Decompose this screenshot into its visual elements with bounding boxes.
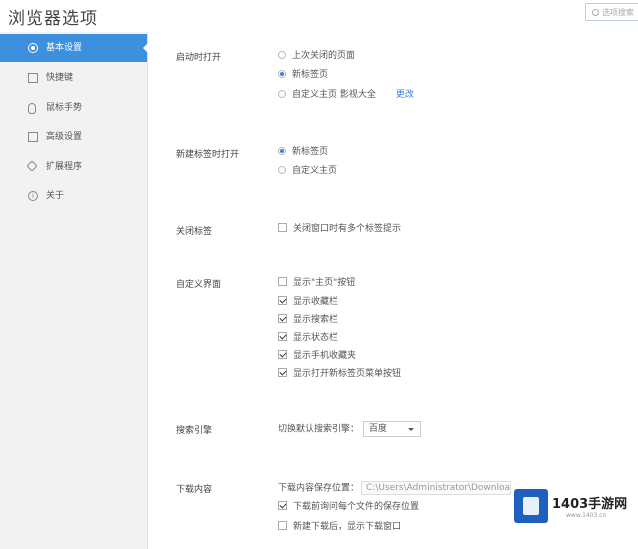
show-search-bar-checkbox[interactable]: 显示搜索栏	[278, 313, 338, 327]
download-path-row: 下载内容保存位置： C:\Users\Administrator\Download…	[278, 481, 512, 495]
new-tab-section-label: 新建标签时打开	[176, 150, 240, 160]
new-tab-option-custom-home[interactable]: 自定义主页	[278, 164, 337, 178]
sidebar-item-label: 高级设置	[46, 132, 83, 142]
option-label: 新标签页	[292, 147, 329, 157]
option-label: 新标签页	[292, 70, 329, 80]
cube-logo-icon	[514, 489, 548, 523]
new-tab-option-new-tab[interactable]: 新标签页	[278, 145, 328, 159]
search-engine-row: 切换默认搜索引擎： 百度	[278, 421, 422, 437]
search-placeholder: 选项搜索	[602, 8, 634, 17]
watermark-brand: 1403手游网	[552, 497, 628, 512]
checkbox[interactable]	[278, 277, 287, 286]
custom-ui-section-label: 自定义界面	[176, 280, 222, 290]
sidebar-item-advanced[interactable]: 高级设置	[0, 123, 147, 151]
checkbox-label: 显示搜索栏	[293, 315, 339, 325]
radio-button[interactable]	[278, 166, 286, 174]
checkbox[interactable]	[278, 332, 287, 341]
checkbox[interactable]	[278, 296, 287, 305]
download-path-label: 下载内容保存位置：	[278, 483, 360, 494]
show-mobile-favorites-checkbox[interactable]: 显示手机收藏夹	[278, 349, 356, 363]
startup-section-label: 启动时打开	[176, 53, 222, 63]
extension-icon	[26, 160, 38, 172]
checkbox-label: 显示打开新标签页菜单按钮	[293, 369, 402, 379]
change-homepage-link[interactable]: 更改	[396, 90, 414, 100]
chevron-down-icon	[408, 428, 415, 431]
startup-option-custom-home[interactable]: 自定义主页 影视大全 更改	[278, 88, 414, 102]
watermark-url: www.1403.cn	[566, 512, 607, 519]
checkbox-label: 下载前询问每个文件的保存位置	[293, 502, 420, 512]
gear-icon	[28, 43, 38, 53]
close-tab-warn-checkbox[interactable]: 关闭窗口时有多个标签提示	[278, 222, 401, 236]
sidebar-item-label: 基本设置	[46, 43, 83, 53]
ask-save-location-checkbox[interactable]: 下载前询问每个文件的保存位置	[278, 500, 419, 514]
options-search-input[interactable]: 选项搜索	[585, 3, 638, 21]
checkbox[interactable]	[278, 223, 287, 232]
checkbox-label: 新建下载后，显示下载窗口	[293, 522, 402, 532]
show-home-button-checkbox[interactable]: 显示"主页"按钮	[278, 276, 355, 290]
sidebar-item-label: 鼠标手势	[46, 103, 83, 113]
search-engine-select[interactable]: 百度	[363, 421, 422, 437]
show-download-window-checkbox[interactable]: 新建下载后，显示下载窗口	[278, 520, 401, 534]
radio-button[interactable]	[278, 147, 286, 155]
checkbox-label: 显示手机收藏夹	[293, 351, 357, 361]
info-icon: i	[28, 191, 38, 201]
checkbox[interactable]	[278, 314, 287, 323]
sidebar-item-shortcuts[interactable]: 快捷键	[0, 64, 147, 92]
show-favorites-bar-checkbox[interactable]: 显示收藏栏	[278, 295, 338, 309]
sidebar-item-mouse-gestures[interactable]: 鼠标手势	[0, 94, 147, 122]
sidebar-item-label: 关于	[46, 191, 65, 201]
sidebar-item-label: 快捷键	[46, 73, 74, 83]
sidebar-item-label: 扩展程序	[46, 162, 83, 172]
show-status-bar-checkbox[interactable]: 显示状态栏	[278, 331, 338, 345]
radio-button[interactable]	[278, 90, 286, 98]
search-engine-prompt: 切换默认搜索引擎：	[278, 424, 360, 435]
mouse-icon	[28, 103, 36, 114]
show-new-tab-menu-checkbox[interactable]: 显示打开新标签页菜单按钮	[278, 367, 401, 381]
option-label: 自定义主页 影视大全	[292, 90, 376, 100]
settings-panel: 启动时打开 上次关闭的页面 新标签页 自定义主页 影视大全 更改 新建标签时打开 …	[148, 32, 638, 549]
close-tab-section-label: 关闭标签	[176, 227, 213, 237]
checkbox[interactable]	[278, 350, 287, 359]
sidebar: 基本设置 快捷键 鼠标手势 高级设置 扩展程序 i 关于	[0, 32, 148, 549]
search-engine-value: 百度	[369, 424, 388, 434]
window-title: 浏览器选项	[8, 9, 98, 29]
advanced-icon	[28, 132, 38, 142]
checkbox[interactable]	[278, 368, 287, 377]
site-watermark: 1403手游网 www.1403.cn	[512, 487, 638, 527]
startup-option-new-tab[interactable]: 新标签页	[278, 68, 328, 82]
option-label: 自定义主页	[292, 166, 338, 176]
checkbox-label: 显示收藏栏	[293, 297, 339, 307]
checkbox-label: 关闭窗口时有多个标签提示	[293, 224, 402, 234]
checkbox-label: 显示"主页"按钮	[293, 278, 356, 288]
radio-button[interactable]	[278, 51, 286, 59]
checkbox[interactable]	[278, 521, 287, 530]
checkbox[interactable]	[278, 501, 287, 510]
sidebar-item-about[interactable]: i 关于	[0, 182, 147, 210]
checkbox-label: 显示状态栏	[293, 333, 339, 343]
download-path-field[interactable]: C:\Users\Administrator\Downloads	[361, 481, 512, 495]
flash-icon	[28, 73, 38, 83]
radio-button[interactable]	[278, 70, 286, 78]
downloads-section-label: 下载内容	[176, 485, 213, 495]
search-icon	[592, 9, 599, 16]
sidebar-item-basic-settings[interactable]: 基本设置	[0, 34, 148, 62]
sidebar-item-extensions[interactable]: 扩展程序	[0, 153, 147, 181]
search-engine-section-label: 搜索引擎	[176, 426, 213, 436]
startup-option-last-pages[interactable]: 上次关闭的页面	[278, 49, 355, 63]
option-label: 上次关闭的页面	[292, 51, 356, 61]
